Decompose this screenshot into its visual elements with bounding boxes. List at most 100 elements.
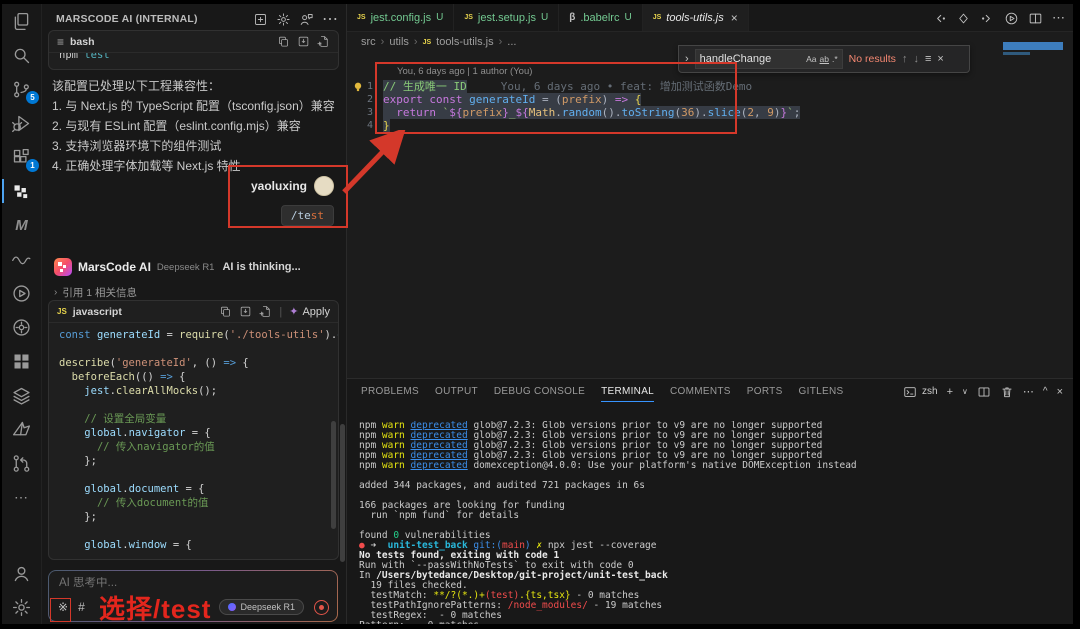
gear-icon[interactable] — [276, 12, 291, 27]
code-editor[interactable]: You, 6 days ago | 1 author (You) 1 // 生成… — [347, 52, 1073, 378]
js-file-icon: JS — [357, 14, 366, 21]
compare-changes-icon[interactable] — [956, 11, 971, 26]
bash-code-block: ≡ bash npm test — [48, 30, 339, 70]
kill-terminal-icon[interactable] — [1000, 385, 1014, 399]
tab-ports[interactable]: PORTS — [747, 382, 783, 401]
maximize-panel-icon[interactable]: ^ — [1043, 386, 1048, 397]
match-case-icon[interactable]: Aa — [806, 54, 816, 64]
find-next-icon[interactable]: ↓ — [913, 53, 919, 65]
run-debug-icon[interactable] — [2, 106, 41, 140]
reference-toggle[interactable]: › 引用 1 相关信息 — [54, 285, 137, 300]
terminal-panel: PROBLEMS OUTPUT DEBUG CONSOLE TERMINAL C… — [347, 378, 1073, 624]
editor-area: JS jest.config.js U JS jest.setup.js U β… — [347, 4, 1073, 624]
test-explorer-icon[interactable] — [2, 276, 41, 310]
extensions-icon[interactable]: 1 — [2, 140, 41, 174]
js-code: const generateId = require('./tools-util… — [49, 323, 338, 555]
origami-icon[interactable] — [2, 412, 41, 446]
insert-icon[interactable] — [239, 305, 252, 318]
run-file-icon[interactable] — [1004, 11, 1019, 26]
next-change-icon[interactable] — [980, 11, 995, 26]
apply-button[interactable]: ✦Apply — [289, 305, 330, 318]
activity-bar: 5 1 M ⋯ — [2, 4, 42, 624]
panel-scrollbar[interactable] — [340, 424, 345, 562]
terminal-output[interactable]: npm warn deprecated glob@7.2.3: Glob ver… — [359, 421, 1067, 624]
grid-icon[interactable] — [2, 344, 41, 378]
tab-tools-utils[interactable]: JS tools-utils.js × — [643, 4, 749, 31]
explorer-icon[interactable] — [2, 4, 41, 38]
more-actions-icon[interactable]: ⋯ — [1052, 10, 1065, 26]
stop-generation-button[interactable] — [314, 600, 329, 615]
pull-request-icon[interactable] — [2, 446, 41, 480]
new-terminal-icon[interactable]: + — [947, 386, 953, 398]
user-message: yaoluxing /test — [251, 176, 334, 226]
find-expand-icon[interactable]: › — [685, 53, 689, 65]
tab-comments[interactable]: COMMENTS — [670, 382, 731, 401]
chat-input-box: ※ # Deepseek R1 — [48, 570, 338, 622]
wave-icon[interactable] — [2, 242, 41, 276]
tab-terminal[interactable]: TERMINAL — [601, 382, 654, 402]
more-actions-icon[interactable]: ⋯ — [1023, 385, 1034, 398]
lightbulb-icon[interactable] — [351, 80, 365, 94]
slash-command-icon[interactable]: ※ — [58, 600, 68, 614]
tab-gitlens[interactable]: GITLENS — [799, 382, 844, 401]
babel-file-icon: β — [569, 12, 575, 23]
close-icon[interactable]: × — [937, 53, 943, 65]
chevron-down-icon[interactable]: ∨ — [962, 387, 968, 396]
new-chat-icon[interactable] — [253, 12, 268, 27]
code-line: export const generateId = (prefix) => { — [383, 93, 641, 106]
model-selector[interactable]: Deepseek R1 — [219, 599, 304, 615]
user-command-bubble: /test — [281, 205, 334, 226]
copy-icon[interactable] — [219, 305, 232, 318]
split-terminal-icon[interactable] — [977, 385, 991, 399]
terminal-icon — [903, 385, 917, 399]
source-control-icon[interactable]: 5 — [2, 72, 41, 106]
codelens[interactable]: You, 6 days ago | 1 author (You) — [397, 66, 532, 77]
tab-problems[interactable]: PROBLEMS — [361, 382, 419, 401]
js-file-icon: JS — [653, 14, 662, 21]
tab-jest-setup[interactable]: JS jest.setup.js U — [454, 4, 559, 31]
find-previous-icon[interactable]: ↑ — [902, 53, 908, 65]
marscode-ai-icon[interactable] — [2, 174, 41, 208]
minimap-highlight — [1003, 52, 1030, 55]
new-file-icon[interactable] — [317, 35, 330, 48]
javascript-code-block: JS javascript | ✦Apply const generateId … — [48, 300, 339, 560]
m-logo-icon[interactable]: M — [2, 208, 41, 242]
feedback-icon[interactable] — [299, 12, 314, 27]
layers-icon[interactable] — [2, 378, 41, 412]
insert-icon[interactable] — [297, 35, 310, 48]
code-block-lang: javascript — [73, 306, 122, 318]
tools-circle-icon[interactable] — [2, 310, 41, 344]
close-icon[interactable]: × — [731, 11, 738, 25]
tab-output[interactable]: OUTPUT — [435, 382, 478, 401]
shell-label: zsh — [922, 386, 938, 397]
chat-input[interactable] — [59, 577, 327, 589]
find-in-selection-icon[interactable]: ≡ — [925, 53, 931, 65]
regex-icon[interactable]: .* — [832, 54, 838, 64]
tab-babelrc[interactable]: β .babelrc U — [559, 4, 642, 31]
whole-word-icon[interactable]: ab — [820, 54, 829, 64]
ai-model-label: Deepseek R1 — [157, 262, 215, 273]
close-panel-icon[interactable]: × — [1057, 386, 1063, 398]
panel-title: MARSCODE AI (INTERNAL) — [56, 13, 198, 25]
user-name: yaoluxing — [251, 179, 307, 193]
wrap-icon: ≡ — [57, 35, 64, 49]
add-context-icon[interactable]: # — [78, 600, 85, 614]
settings-gear-icon[interactable] — [2, 590, 41, 624]
more-views-icon[interactable]: ⋯ — [2, 480, 41, 514]
copy-icon[interactable] — [277, 35, 290, 48]
bash-code: npm test — [59, 53, 328, 61]
find-input[interactable] — [700, 53, 803, 65]
account-icon[interactable] — [2, 556, 41, 590]
tab-debug-console[interactable]: DEBUG CONSOLE — [494, 382, 585, 401]
terminal-actions: zsh + ∨ ⋯ ^ × — [903, 379, 1063, 404]
sparkle-icon: ✦ — [289, 305, 298, 318]
tab-jest-config[interactable]: JS jest.config.js U — [347, 4, 454, 31]
code-block-scrollbar[interactable] — [331, 421, 336, 529]
js-file-icon: JS — [423, 39, 432, 46]
split-editor-icon[interactable] — [1028, 11, 1043, 26]
previous-change-icon[interactable] — [932, 11, 947, 26]
panel-more-icon[interactable]: ⋯ — [322, 9, 338, 29]
search-icon[interactable] — [2, 38, 41, 72]
divider: | — [279, 306, 282, 318]
new-file-icon[interactable] — [259, 305, 272, 318]
